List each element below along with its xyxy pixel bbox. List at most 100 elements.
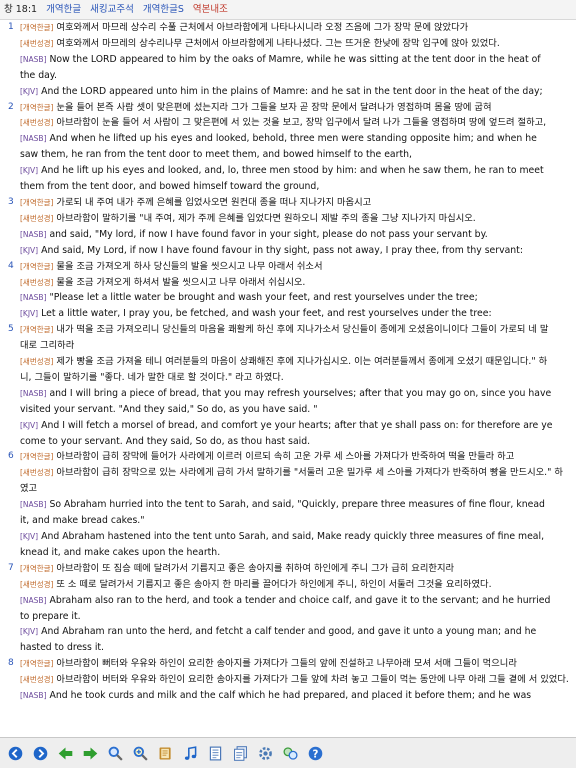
prev-icon xyxy=(58,747,72,759)
verse-number[interactable]: 8 xyxy=(8,656,14,672)
translation-tag[interactable]: [KJV] xyxy=(20,166,38,175)
verse-number[interactable]: 1 xyxy=(8,20,14,36)
translation-tag[interactable]: [NASB] xyxy=(20,389,47,398)
translation-line: [NASB] So Abraham hurried into the tent … xyxy=(20,497,570,513)
zoom-button[interactable] xyxy=(130,743,150,763)
verse-number[interactable]: 2 xyxy=(8,100,14,116)
translation-line: [NASB] Now the LORD appeared to him by t… xyxy=(20,52,570,68)
translation-tag[interactable]: [NASB] xyxy=(20,500,47,509)
translation-line: [KJV] And Abraham ran unto the herd, and… xyxy=(20,624,570,640)
document-button[interactable] xyxy=(205,743,225,763)
music-button[interactable] xyxy=(180,743,200,763)
translation-tag[interactable]: [KJV] xyxy=(20,627,38,636)
translation-tag[interactable]: [새번성경] xyxy=(20,39,53,48)
next-button[interactable] xyxy=(80,743,100,763)
back-button[interactable] xyxy=(5,743,25,763)
translation-tag[interactable]: [새번성경] xyxy=(20,580,53,589)
verse-text: And I will fetch a morsel of bread, and … xyxy=(38,419,553,431)
translation-line: [개역한글] 아브라함이 급히 장막에 들어가 사라에게 이르러 이르되 속히 … xyxy=(20,449,570,465)
verse-text: 내가 떡을 조금 가져오리니 당신들의 마음을 쾌활케 하신 후에 지나가소서 … xyxy=(53,324,549,336)
verse-text: 아브라함이 버터와 우유와 하인이 요리한 송아지를 가져다가 그들 앞에 차려… xyxy=(53,674,569,686)
tab-korean-revised[interactable]: 개역한글 xyxy=(46,0,81,19)
translation-tag[interactable]: [KJV] xyxy=(20,87,38,96)
help-icon: ? xyxy=(308,746,322,760)
verse-text-continued: the day. xyxy=(20,69,57,81)
verse-text: Now the LORD appeared to him by the oaks… xyxy=(46,53,541,65)
translation-tag[interactable]: [개역한글] xyxy=(20,325,53,334)
verse-text: 아브라함이 말하기를 "내 주여, 제가 주께 은혜를 입었다면 원하오니 제발… xyxy=(53,212,476,224)
translation-line: [KJV] And the LORD appeared unto him in … xyxy=(20,84,570,100)
verse-number[interactable]: 6 xyxy=(8,449,14,465)
translation-tag[interactable]: [개역한글] xyxy=(20,103,53,112)
translation-tag[interactable]: [개역한글] xyxy=(20,452,53,461)
verse-text: 아브라함이 또 짐승 떼에 달려가서 기름지고 좋은 송아지를 취하여 하인에게… xyxy=(53,562,455,574)
translation-tag[interactable]: [NASB] xyxy=(20,596,47,605)
translation-line: [NASB] And when he lifted up his eyes an… xyxy=(20,131,570,147)
translation-tag[interactable]: [새번성경] xyxy=(20,468,53,477)
tab-compare-versions[interactable]: 역본내조 xyxy=(193,0,228,19)
verse-text: and I will bring a piece of bread, that … xyxy=(46,387,552,399)
help-button[interactable]: ? xyxy=(305,743,325,763)
translation-tag[interactable]: [KJV] xyxy=(20,421,38,430)
translation-line: [KJV] And said, My Lord, if now I have f… xyxy=(20,243,570,259)
verse-text: 제가 빵을 조금 가져올 테니 여러분들의 마음이 상쾌해진 후에 지나가십시오… xyxy=(53,356,548,368)
search-icon xyxy=(108,746,123,761)
translation-line: [새번성경] 아브라함이 말하기를 "내 주여, 제가 주께 은혜를 입었다면 … xyxy=(20,211,570,227)
translation-tag[interactable]: [새번성경] xyxy=(20,357,53,366)
translation-line: [새번성경] 여호와께서 마므레의 상수리나무 근처에서 아브라함에게 나타나셨… xyxy=(20,36,570,52)
verse-number[interactable]: 5 xyxy=(8,322,14,338)
verse-text-continued: them from the tent door, and bowed himse… xyxy=(20,181,320,193)
translation-line: [NASB] and I will bring a piece of bread… xyxy=(20,386,570,402)
verse-number[interactable]: 7 xyxy=(8,561,14,577)
translation-tag[interactable]: [NASB] xyxy=(20,134,47,143)
translation-tag[interactable]: [개역한글] xyxy=(20,659,53,668)
search-button[interactable] xyxy=(105,743,125,763)
translation-line: [KJV] And he lift up his eyes and looked… xyxy=(20,163,570,179)
forward-button[interactable] xyxy=(30,743,50,763)
verse-text: 아브라함이 급히 장막으로 있는 사라에게 급히 가서 말하기를 "서둘러 고운… xyxy=(20,467,563,495)
tab-korean-revised-s[interactable]: 개역한글S xyxy=(143,0,184,19)
translation-tag[interactable]: [새번성경] xyxy=(20,214,53,223)
verse-number[interactable]: 3 xyxy=(8,195,14,211)
book-button[interactable] xyxy=(155,743,175,763)
translation-tag[interactable]: [개역한글] xyxy=(20,262,53,271)
translation-tag[interactable]: [KJV] xyxy=(20,309,38,318)
verse-text: And when he lifted up his eyes and looke… xyxy=(46,133,537,145)
verse-text-continued: 대로 그리하라 xyxy=(20,340,75,352)
tab-commentary[interactable]: 새킹교주석 xyxy=(90,0,134,19)
translation-tag[interactable]: [NASB] xyxy=(20,55,47,64)
verse-block: 3 [개역한글] 가로되 내 주여 내가 주께 은혜를 입었사오면 원컨대 종을 … xyxy=(0,195,576,259)
translation-line: [NASB] "Please let a little water be bro… xyxy=(20,290,570,306)
translation-line: [새번성경] 또 소 떼로 달려가서 기름지고 좋은 송아지 한 마리를 끌어다… xyxy=(20,577,570,593)
translation-line: [개역한글] 물을 조금 가져오게 하사 당신들의 발을 씻으시고 나무 아래서… xyxy=(20,259,570,275)
bottom-toolbar: ? xyxy=(0,737,576,768)
translation-tag[interactable]: [개역한글] xyxy=(20,23,53,32)
link-button[interactable] xyxy=(280,743,300,763)
translation-line: [새번성경] 물을 조금 가져오게 하셔서 발을 씻으시고 나무 아래서 쉬십시… xyxy=(20,275,570,291)
verse-block: 7 [개역한글] 아브라함이 또 짐승 떼에 달려가서 기름지고 좋은 송아지를 … xyxy=(0,561,576,656)
verse-content[interactable]: 1 [개역한글] 여호와께서 마므레 상수리 수풀 근처에서 아브라함에게 나타나… xyxy=(0,20,576,738)
prev-button[interactable] xyxy=(55,743,75,763)
translation-tag[interactable]: [개역한글] xyxy=(20,198,53,207)
pages-button[interactable] xyxy=(230,743,250,763)
translation-tag[interactable]: [새번성경] xyxy=(20,118,53,127)
translation-line: [NASB] Abraham also ran to the herd, and… xyxy=(20,593,570,609)
translation-tag[interactable]: [개역한글] xyxy=(20,564,53,573)
translation-tag[interactable]: [NASB] xyxy=(20,230,47,239)
settings-button[interactable] xyxy=(255,743,275,763)
verse-text-continued: knead it, and make cakes upon the hearth… xyxy=(20,546,221,558)
link-icon xyxy=(282,746,298,760)
verse-text: Abraham also ran to the herd, and took a… xyxy=(46,594,551,606)
translation-tag[interactable]: [KJV] xyxy=(20,532,38,541)
verse-number[interactable]: 4 xyxy=(8,259,14,275)
translation-tag[interactable]: [새번성경] xyxy=(20,675,53,684)
translation-line: [개역한글] 여호와께서 마므레 상수리 수풀 근처에서 아브라함에게 나타나시… xyxy=(20,20,570,36)
verse-block: 6 [개역한글] 아브라함이 급히 장막에 들어가 사라에게 이르러 이르되 속히… xyxy=(0,449,576,560)
translation-tag[interactable]: [KJV] xyxy=(20,246,38,255)
verse-text: 아브라함이 급히 장막에 들어가 사라에게 이르러 이르되 속히 고운 가루 세… xyxy=(53,451,515,463)
translation-tag[interactable]: [NASB] xyxy=(20,691,47,700)
translation-tag[interactable]: [NASB] xyxy=(20,293,47,302)
translation-line: [새번성경] 아브라함이 버터와 우유와 하인이 요리한 송아지를 가져다가 그… xyxy=(20,672,570,688)
translation-line: [개역한글] 가로되 내 주여 내가 주께 은혜를 입었사오면 원컨대 종을 떠… xyxy=(20,195,570,211)
translation-tag[interactable]: [새번성경] xyxy=(20,278,53,287)
